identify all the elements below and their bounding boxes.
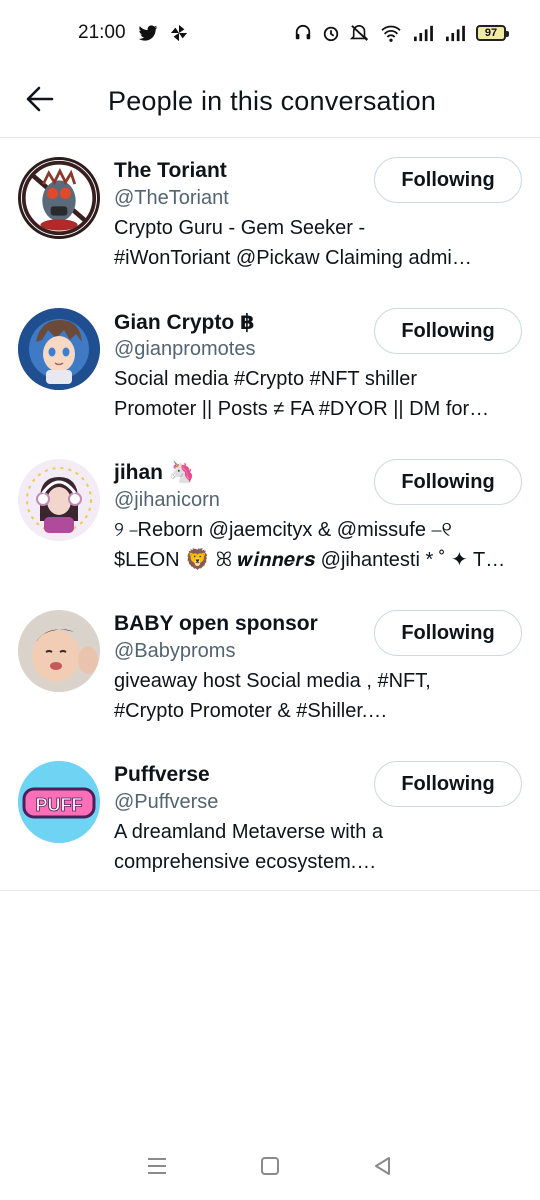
avatar[interactable] bbox=[18, 459, 100, 541]
battery-icon: 97 bbox=[476, 25, 509, 41]
user-name[interactable]: BABY open sponsor bbox=[114, 612, 318, 636]
avatar[interactable] bbox=[18, 157, 100, 239]
wifi-icon bbox=[380, 24, 402, 42]
list-item[interactable]: PUFF Puffverse @Puffverse A dreamland Me… bbox=[0, 743, 540, 894]
following-button[interactable]: Following bbox=[374, 610, 522, 656]
user-bio: A dreamland Metaverse with a comprehensi… bbox=[114, 817, 518, 877]
user-handle: @gianpromotes bbox=[114, 338, 256, 360]
list-item[interactable]: The Toriant @TheToriant Crypto Guru - Ge… bbox=[0, 139, 540, 290]
user-handle: @TheToriant bbox=[114, 187, 229, 209]
signal-icon bbox=[412, 24, 434, 42]
mute-icon bbox=[350, 24, 370, 42]
user-handle: @Puffverse bbox=[114, 791, 219, 813]
back-triangle-icon bbox=[372, 1155, 394, 1182]
status-bar: 21:00 97 bbox=[0, 0, 540, 66]
back-button[interactable] bbox=[0, 66, 80, 138]
user-name[interactable]: Puffverse bbox=[114, 763, 210, 787]
page-title: People in this conversation bbox=[108, 86, 437, 116]
bio-line: giveaway host Social media , #NFT, bbox=[114, 670, 431, 692]
list-item[interactable]: Gian Crypto ฿ @gianpromotes Social media… bbox=[0, 290, 540, 441]
bio-line: #iWonToriant @Pickaw Claiming admi… bbox=[114, 247, 472, 269]
twitter-icon bbox=[138, 24, 158, 42]
user-bio: ୨ ⎯Reborn @jaemcityx & @missufe ⎯୧ $LEON… bbox=[114, 515, 518, 575]
menu-icon bbox=[146, 1156, 168, 1181]
user-handle: @Babyproms bbox=[114, 640, 236, 662]
list-item[interactable]: BABY open sponsor @Babyproms giveaway ho… bbox=[0, 592, 540, 743]
status-right: 97 bbox=[294, 24, 509, 42]
user-name[interactable]: The Toriant bbox=[114, 159, 227, 183]
people-list: The Toriant @TheToriant Crypto Guru - Ge… bbox=[0, 139, 540, 894]
user-handle: @jihanicorn bbox=[114, 489, 220, 511]
user-bio: Social media #Crypto #NFT shiller Promot… bbox=[114, 364, 518, 424]
bio-line: comprehensive ecosystem.… bbox=[114, 851, 377, 873]
system-nav-bar bbox=[0, 1140, 540, 1196]
pinwheel-icon bbox=[170, 24, 188, 42]
menu-button[interactable] bbox=[137, 1148, 177, 1188]
user-bio: giveaway host Social media , #NFT, #Cryp… bbox=[114, 666, 518, 726]
user-name[interactable]: jihan 🦄 bbox=[114, 461, 195, 485]
back-arrow-icon bbox=[26, 86, 54, 117]
following-button[interactable]: Following bbox=[374, 761, 522, 807]
following-button[interactable]: Following bbox=[374, 459, 522, 505]
following-button[interactable]: Following bbox=[374, 157, 522, 203]
puff-logo-text: PUFF bbox=[36, 795, 83, 815]
following-button[interactable]: Following bbox=[374, 308, 522, 354]
alarm-icon bbox=[322, 24, 340, 42]
bio-line: Crypto Guru - Gem Seeker - bbox=[114, 217, 366, 239]
battery-level: 97 bbox=[484, 27, 498, 39]
headset-icon bbox=[294, 24, 312, 42]
user-name[interactable]: Gian Crypto ฿ bbox=[114, 310, 255, 335]
bio-line: Social media #Crypto #NFT shiller bbox=[114, 368, 418, 390]
bio-line: A dreamland Metaverse with a bbox=[114, 821, 384, 843]
status-time: 21:00 bbox=[78, 22, 126, 43]
bio-line: Promoter || Posts ≠ FA #DYOR || DM for… bbox=[114, 398, 490, 420]
avatar[interactable] bbox=[18, 308, 100, 390]
home-button[interactable] bbox=[250, 1148, 290, 1188]
avatar[interactable]: PUFF bbox=[18, 761, 100, 843]
header: People in this conversation bbox=[0, 66, 540, 138]
bio-line: $LEON 🦁 ꕤ 𝒘𝒊𝒏𝒏𝒆𝒓𝒔 @jihantesti * ˚ ✦ T… bbox=[114, 549, 506, 571]
bio-line: ୨ ⎯Reborn @jaemcityx & @missufe ⎯୧ bbox=[114, 519, 452, 541]
nav-back-button[interactable] bbox=[363, 1148, 403, 1188]
user-bio: Crypto Guru - Gem Seeker - #iWonToriant … bbox=[114, 213, 518, 273]
bio-line: #Crypto Promoter & #Shiller.… bbox=[114, 700, 388, 722]
avatar[interactable] bbox=[18, 610, 100, 692]
home-square-icon bbox=[259, 1155, 281, 1182]
signal-icon-2 bbox=[444, 24, 466, 42]
list-end-divider bbox=[0, 890, 540, 891]
list-item[interactable]: jihan 🦄 @jihanicorn ୨ ⎯Reborn @jaemcityx… bbox=[0, 441, 540, 592]
status-left: 21:00 bbox=[78, 22, 188, 44]
